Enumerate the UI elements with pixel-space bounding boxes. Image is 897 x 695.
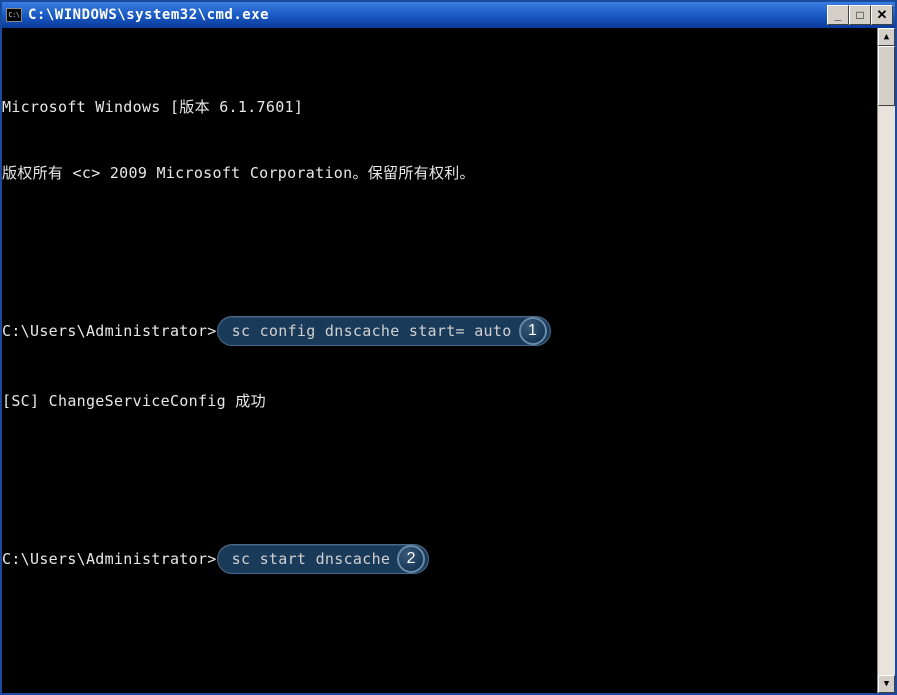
prompt-2: C:\Users\Administrator> [2, 548, 217, 570]
cmd-window: C:\ C:\WINDOWS\system32\cmd.exe _ □ ✕ Mi… [0, 0, 897, 695]
step-badge-2: 2 [397, 545, 425, 573]
scrollbar-track[interactable] [878, 46, 895, 675]
command-line-1: C:\Users\Administrator>sc config dnscach… [2, 316, 877, 346]
window-controls: _ □ ✕ [827, 5, 893, 25]
version-line: Microsoft Windows [版本 6.1.7601] [2, 96, 877, 118]
command-1-highlight: sc config dnscache start= auto 1 [217, 316, 551, 346]
command-2-highlight: sc start dnscache 2 [217, 544, 430, 574]
close-button[interactable]: ✕ [871, 5, 893, 25]
blank-line [2, 618, 877, 640]
scrollbar-thumb[interactable] [878, 46, 895, 106]
copyright-line: 版权所有 <c> 2009 Microsoft Corporation。保留所有… [2, 162, 877, 184]
scroll-down-button[interactable]: ▼ [878, 675, 895, 693]
minimize-button[interactable]: _ [827, 5, 849, 25]
scroll-up-button[interactable]: ▲ [878, 28, 895, 46]
blank-line [2, 456, 877, 478]
blank-line [2, 228, 877, 250]
window-title: C:\WINDOWS\system32\cmd.exe [28, 7, 827, 23]
terminal-output[interactable]: Microsoft Windows [版本 6.1.7601] 版权所有 <c>… [2, 28, 877, 693]
content-area: Microsoft Windows [版本 6.1.7601] 版权所有 <c>… [2, 28, 895, 693]
vertical-scrollbar[interactable]: ▲ ▼ [877, 28, 895, 693]
prompt-1: C:\Users\Administrator> [2, 320, 217, 342]
titlebar[interactable]: C:\ C:\WINDOWS\system32\cmd.exe _ □ ✕ [2, 2, 895, 28]
command-2-text: sc start dnscache [232, 550, 391, 568]
cmd-icon: C:\ [6, 8, 22, 22]
step-badge-1: 1 [519, 317, 547, 345]
sc-config-result: [SC] ChangeServiceConfig 成功 [2, 390, 877, 412]
command-line-2: C:\Users\Administrator>sc start dnscache… [2, 544, 877, 574]
maximize-button[interactable]: □ [849, 5, 871, 25]
command-1-text: sc config dnscache start= auto [232, 322, 512, 340]
